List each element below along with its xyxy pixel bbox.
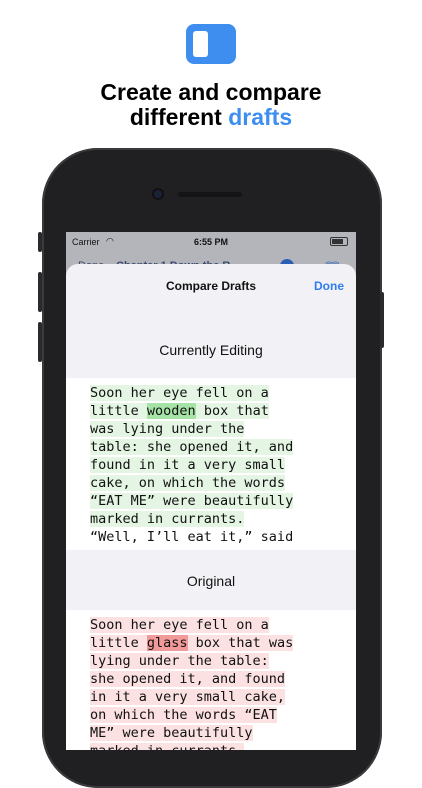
- current-draft-line-text: cake, on which the words: [90, 475, 286, 491]
- headline-line-1: Create and compare: [100, 79, 322, 105]
- headline-prefix: different: [129, 104, 229, 130]
- original-draft-text-segment: ME” were beautifully: [90, 725, 253, 741]
- current-draft-line: marked in currants.: [90, 510, 334, 528]
- current-draft-line: little wooden box that: [90, 402, 334, 420]
- current-draft-text-segment: Soon her eye fell on a: [90, 385, 269, 401]
- original-draft-line-text: little glass box that was: [90, 635, 294, 651]
- current-draft-text: Soon her eye fell on a little wooden box …: [90, 384, 334, 546]
- current-draft-line: table: she opened it, and: [90, 438, 334, 456]
- original-draft-line: in it a very small cake,: [90, 688, 334, 706]
- headline: Create and compare different drafts: [0, 80, 422, 130]
- phone-mute-switch: [38, 232, 42, 252]
- phone-power-button: [380, 292, 384, 348]
- phone-screen: Carrier ◠ 6:55 PM Done Chapter 1 Down th…: [66, 232, 356, 750]
- sheet-title: Compare Drafts: [165, 279, 257, 293]
- current-draft-text-segment: found in it a very small: [90, 457, 286, 473]
- original-draft-panel[interactable]: Soon her eye fell on a little glass box t…: [66, 610, 356, 750]
- current-draft-panel[interactable]: Soon her eye fell on a little wooden box …: [66, 378, 356, 550]
- original-draft-line-text: ME” were beautifully: [90, 725, 253, 741]
- current-draft-text-segment: little: [90, 403, 147, 419]
- front-camera: [154, 190, 162, 198]
- sheet-header: Compare Drafts Done: [66, 264, 356, 308]
- original-draft-line-text: marked in currants.: [90, 743, 245, 750]
- headline-line-2: different drafts: [0, 105, 422, 130]
- current-draft-line-text: marked in currants.: [90, 511, 245, 527]
- current-draft-text-segment: table: she opened it, and: [90, 439, 294, 455]
- sheet-done-button[interactable]: Done: [314, 279, 344, 293]
- original-draft-text-segment: marked in currants.: [90, 743, 244, 750]
- current-draft-text-segment: “EAT ME” were beautifully: [90, 493, 294, 509]
- compare-drafts-sheet: Compare Drafts Done Currently Editing So…: [66, 264, 356, 750]
- current-draft-line-text: little wooden box that: [90, 403, 269, 419]
- original-draft-line: on which the words “EAT: [90, 706, 334, 724]
- original-draft-line: marked in currants.: [90, 742, 334, 750]
- original-draft-text-segment: little: [90, 635, 147, 651]
- current-draft-text-segment: was lying under the: [90, 421, 245, 437]
- battery-icon: [330, 237, 348, 246]
- current-draft-text-segment: cake, on which the words: [90, 475, 286, 491]
- headline-accent: drafts: [228, 104, 293, 130]
- original-draft-line-text: on which the words “EAT: [90, 707, 277, 723]
- original-draft-line: little glass box that was: [90, 634, 334, 652]
- original-draft-text: Soon her eye fell on a little glass box t…: [90, 616, 334, 750]
- current-draft-text-segment: “Well, I’ll eat it,” said: [90, 529, 294, 545]
- current-draft-text-segment: marked in currants.: [90, 511, 245, 527]
- original-draft-text-segment: on which the words “EAT: [90, 707, 277, 723]
- sidebar-pane: [193, 31, 208, 57]
- original-draft-text-segment: Soon her eye fell on a: [90, 617, 269, 633]
- status-bar: Carrier ◠ 6:55 PM: [66, 232, 356, 252]
- original-draft-text-segment: box that was: [187, 635, 294, 651]
- current-draft-line: Soon her eye fell on a: [90, 384, 334, 402]
- original-draft-line-text: lying under the table:: [90, 653, 269, 669]
- current-draft-line-text: was lying under the: [90, 421, 245, 437]
- sidebar-split-icon: [186, 24, 236, 64]
- original-draft-line: ME” were beautifully: [90, 724, 334, 742]
- current-draft-line: “Well, I’ll eat it,” said: [90, 528, 334, 546]
- original-draft-line-text: Soon her eye fell on a: [90, 617, 269, 633]
- original-draft-line: Soon her eye fell on a: [90, 616, 334, 634]
- current-draft-line: “EAT ME” were beautifully: [90, 492, 334, 510]
- current-draft-line: found in it a very small: [90, 456, 334, 474]
- current-draft-line-text: “Well, I’ll eat it,” said: [90, 529, 293, 545]
- current-draft-text-segment: box that: [195, 403, 269, 419]
- original-draft-line: she opened it, and found: [90, 670, 334, 688]
- original-draft-line-text: she opened it, and found: [90, 671, 286, 687]
- current-draft-line-text: Soon her eye fell on a: [90, 385, 269, 401]
- original-draft-line: lying under the table:: [90, 652, 334, 670]
- current-draft-line: was lying under the: [90, 420, 334, 438]
- original-draft-text-segment: in it a very small cake,: [90, 689, 286, 705]
- current-draft-line: cake, on which the words: [90, 474, 334, 492]
- original-draft-changed-word: glass: [146, 635, 188, 651]
- phone-volume-down: [38, 322, 42, 362]
- original-draft-line-text: in it a very small cake,: [90, 689, 286, 705]
- earpiece-speaker: [178, 192, 242, 197]
- current-draft-line-text: table: she opened it, and: [90, 439, 294, 455]
- original-draft-text-segment: she opened it, and found: [90, 671, 286, 687]
- current-section-label: Currently Editing: [159, 342, 263, 358]
- original-section-label: Original: [186, 573, 236, 589]
- current-draft-line-text: “EAT ME” were beautifully: [90, 493, 294, 509]
- current-draft-line-text: found in it a very small: [90, 457, 286, 473]
- status-time: 6:55 PM: [193, 237, 228, 247]
- original-draft-text-segment: lying under the table:: [90, 653, 269, 669]
- phone-volume-up: [38, 272, 42, 312]
- current-draft-changed-word: wooden: [146, 403, 196, 419]
